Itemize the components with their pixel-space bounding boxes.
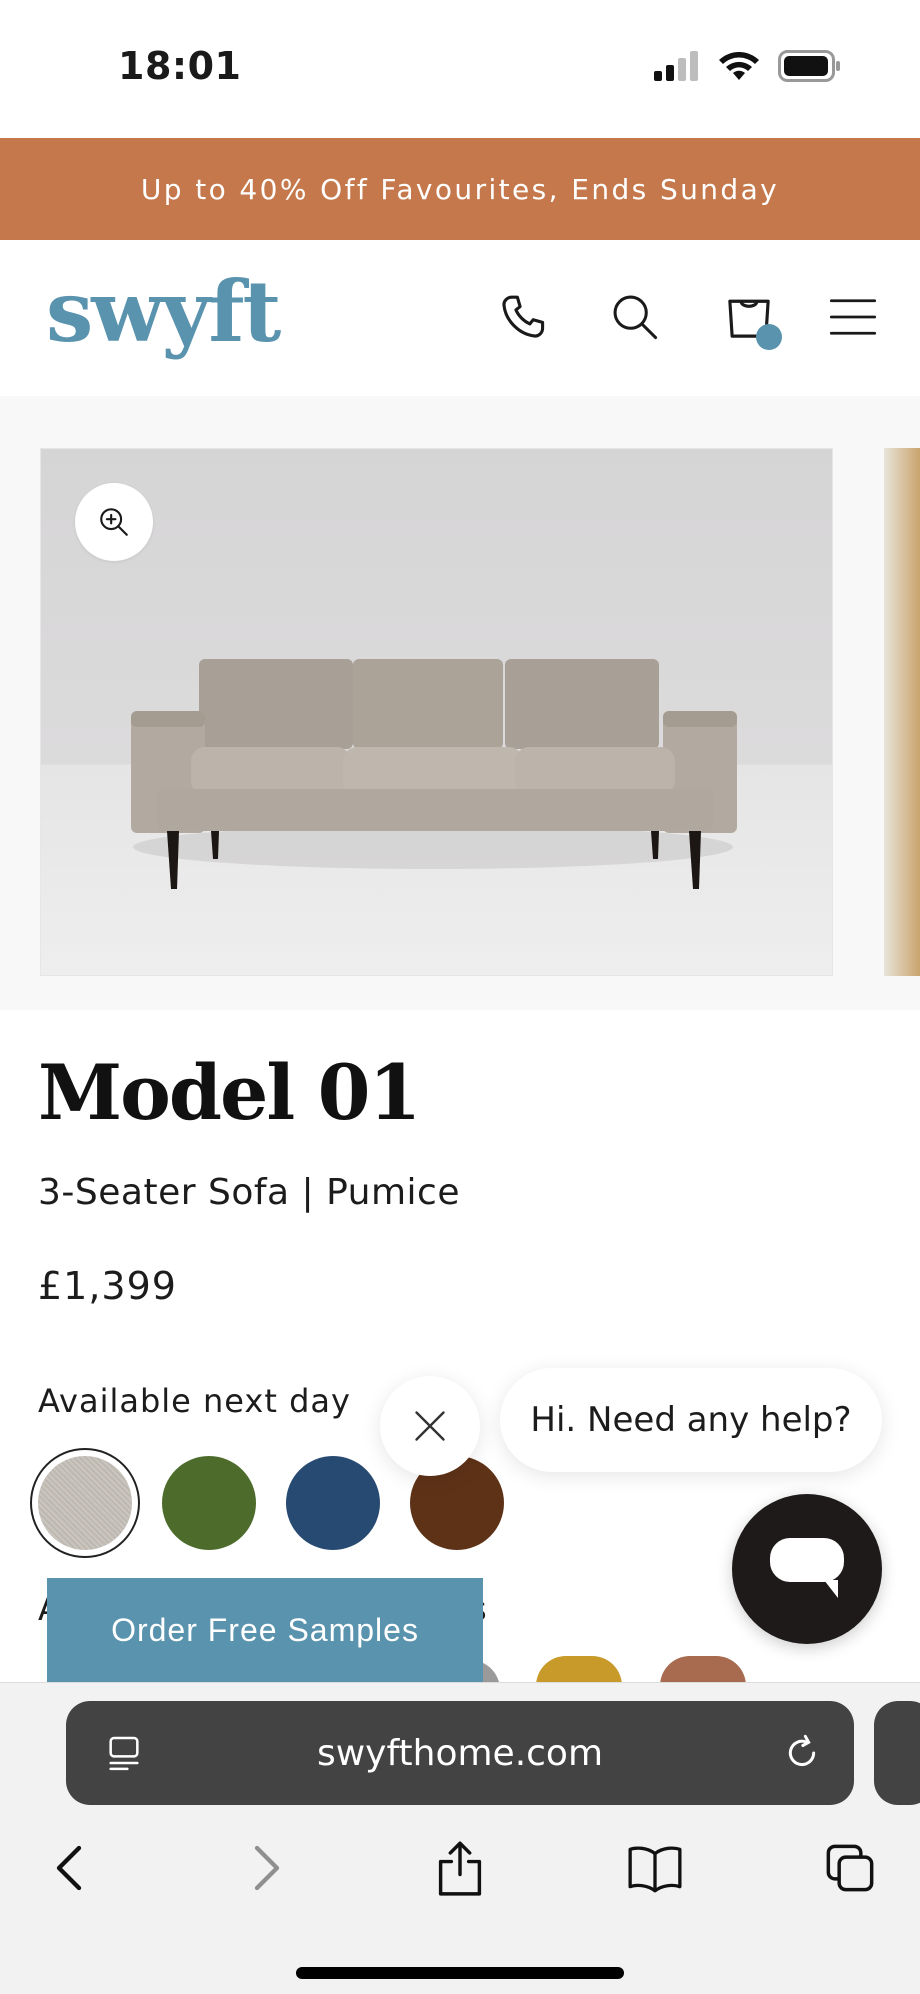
battery-icon [778, 50, 840, 82]
status-bar: 18:01 [0, 0, 920, 138]
availability-label: Available next day [38, 1382, 351, 1420]
swatch-navy[interactable] [286, 1456, 380, 1550]
url-bar[interactable]: swyfthome.com [66, 1701, 854, 1805]
next-tab-preview[interactable] [874, 1701, 920, 1805]
cart-indicator-dot [756, 324, 782, 350]
phone-icon[interactable] [496, 290, 550, 344]
product-gallery[interactable] [0, 396, 920, 1010]
browser-toolbar: swyfthome.com [0, 1682, 920, 1994]
status-icons [654, 50, 842, 82]
book-icon [628, 1846, 682, 1893]
reload-icon[interactable] [782, 1733, 822, 1773]
search-icon[interactable] [608, 290, 662, 344]
status-time: 18:01 [118, 44, 242, 88]
menu-icon[interactable] [826, 290, 880, 344]
url-text: swyfthome.com [316, 1732, 604, 1774]
cart-icon[interactable] [722, 290, 782, 350]
swatch-pumice[interactable] [38, 1456, 132, 1550]
chat-launcher-button[interactable] [732, 1494, 882, 1644]
back-button[interactable] [34, 1833, 104, 1903]
swatch-olive[interactable] [162, 1456, 256, 1550]
zoom-button[interactable] [75, 483, 153, 561]
chat-greeting[interactable]: Hi. Need any help? [500, 1368, 882, 1472]
zoom-in-icon [100, 508, 128, 536]
home-indicator[interactable] [296, 1967, 624, 1979]
order-free-samples-button[interactable]: Order Free Samples [47, 1578, 483, 1682]
tabs-icon [826, 1844, 874, 1892]
product-subtitle: 3-Seater Sofa | Pumice [38, 1172, 460, 1213]
tabs-button[interactable] [815, 1833, 885, 1903]
close-icon [415, 1411, 445, 1441]
promo-text: Up to 40% Off Favourites, Ends Sunday [140, 172, 780, 206]
chat-icon [770, 1538, 844, 1598]
forward-button[interactable] [232, 1833, 302, 1903]
promo-banner[interactable]: Up to 40% Off Favourites, Ends Sunday [0, 138, 920, 240]
share-icon [438, 1841, 482, 1896]
chat-greeting-text: Hi. Need any help? [530, 1400, 852, 1440]
site-header: swyft [0, 240, 920, 396]
chat-close-button[interactable] [380, 1376, 480, 1476]
wifi-icon [719, 52, 759, 80]
chevron-right-icon [254, 1845, 280, 1891]
bookmarks-button[interactable] [620, 1833, 690, 1903]
brand-logo[interactable]: swyft [46, 262, 281, 361]
chevron-left-icon [56, 1845, 82, 1891]
product-image-sofa[interactable] [40, 448, 833, 976]
signal-icon [654, 51, 698, 81]
product-price: £1,399 [38, 1264, 177, 1308]
product-image-next[interactable] [884, 448, 920, 976]
product-title: Model 01 [38, 1048, 421, 1137]
sofa-illustration [131, 659, 737, 889]
share-button[interactable] [425, 1833, 495, 1903]
